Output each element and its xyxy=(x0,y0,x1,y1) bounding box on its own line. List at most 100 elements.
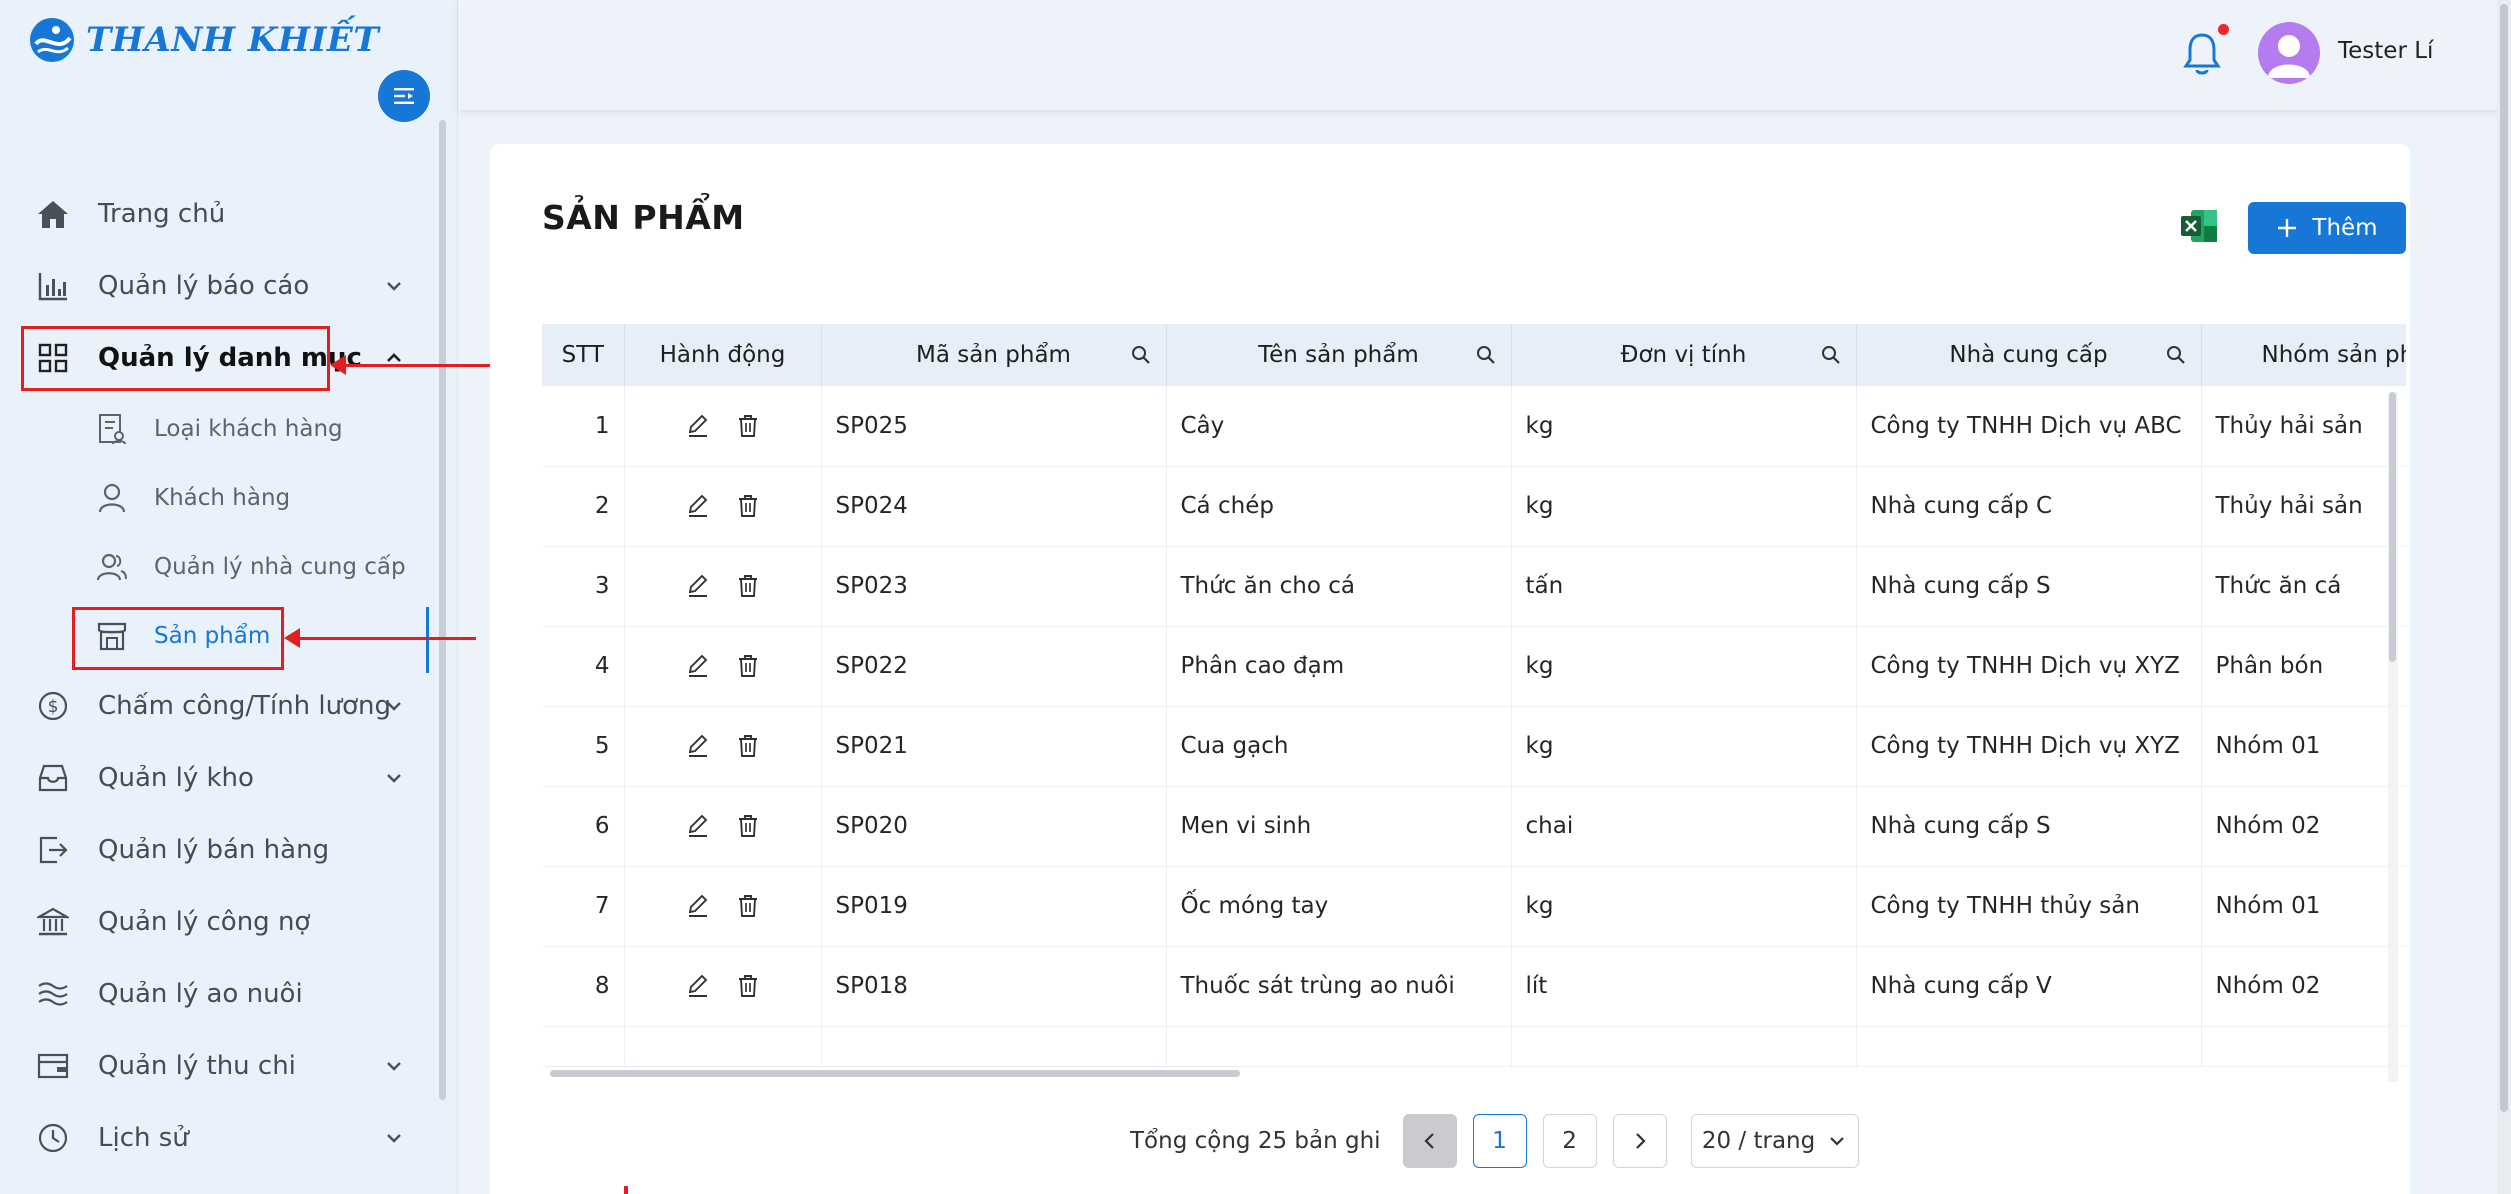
table-row[interactable]: 4 SP022 Phân cao đạm kg Công ty TNHH Dịch vụ… xyxy=(542,626,2406,707)
cell-group: Thủy hải sản xyxy=(2201,466,2406,547)
cell-stt: 2 xyxy=(542,466,625,547)
page-button-1[interactable]: 1 xyxy=(1472,1114,1527,1168)
cell-code: SP020 xyxy=(821,786,1167,867)
col-header-supplier: Nhà cung cấp xyxy=(1856,324,2202,386)
table-row[interactable]: 2 SP024 Cá chép kg Nhà cung cấp C Thủy hải sả… xyxy=(542,466,2406,547)
page-scrollbar[interactable] xyxy=(2497,0,2511,1194)
search-icon[interactable] xyxy=(1475,344,1497,366)
table-vertical-scrollbar[interactable] xyxy=(2388,392,2398,1082)
chevron-down-icon xyxy=(387,702,401,711)
table-row[interactable]: 7 SP019 Ốc móng tay kg Công ty TNHH thủy sản… xyxy=(542,866,2406,947)
page-size-select[interactable]: 20 / trang xyxy=(1690,1114,1859,1168)
user-name[interactable]: Tester Lí xyxy=(2338,38,2433,64)
cell-group: Nhóm 01 xyxy=(2201,866,2406,947)
sidebar-subitem-suppliers[interactable]: Quản lý nhà cung cấp xyxy=(0,532,440,601)
delete-icon[interactable] xyxy=(735,733,761,759)
sidebar-item-label: Quản lý ao nuôi xyxy=(98,979,303,1009)
product-table-container: STT Hành động Mã sản phẩm Tên sản phẩm Đ… xyxy=(542,324,2406,1089)
sidebar-item-sales[interactable]: Quản lý bán hàng xyxy=(0,814,440,886)
prev-page-button[interactable] xyxy=(1402,1114,1457,1168)
table-horizontal-scrollbar[interactable] xyxy=(550,1070,1240,1077)
annotation-box-catalog xyxy=(21,326,330,391)
inbox-icon xyxy=(34,759,72,797)
profile-icon xyxy=(94,411,130,447)
delete-icon[interactable] xyxy=(735,573,761,599)
edit-icon[interactable] xyxy=(685,653,711,679)
edit-icon[interactable] xyxy=(685,493,711,519)
delete-icon[interactable] xyxy=(735,973,761,999)
table-row[interactable]: 1 SP025 Cây kg Công ty TNHH Dịch vụ ABC Thủy … xyxy=(542,386,2406,467)
sidebar-item-label: Quản lý thu chi xyxy=(98,1051,296,1081)
plus-icon xyxy=(2278,219,2297,237)
selected-indicator xyxy=(426,607,429,673)
table-row[interactable]: 5 SP021 Cua gạch kg Công ty TNHH Dịch vụ XYZ… xyxy=(542,706,2406,787)
clock-icon xyxy=(34,1119,72,1157)
search-icon[interactable] xyxy=(2165,344,2187,366)
edit-icon[interactable] xyxy=(685,413,711,439)
cell-name: Men vi sinh xyxy=(1166,786,1512,867)
cell-unit: kg xyxy=(1511,466,1857,547)
search-icon[interactable] xyxy=(1130,344,1152,366)
brand-logo[interactable]: THANH KHIẾT xyxy=(26,14,379,66)
sidebar-item-label: Quản lý nhà cung cấp xyxy=(154,553,406,580)
sidebar-subitem-customers[interactable]: Khách hàng xyxy=(0,463,440,532)
avatar[interactable] xyxy=(2258,22,2320,84)
annotation-arrow-products xyxy=(284,628,476,648)
cell-code: SP018 xyxy=(821,946,1167,1027)
cell-supplier: Công ty TNHH thủy sản xyxy=(1856,866,2202,947)
cell-unit: kg xyxy=(1511,866,1857,947)
sidebar-item-label: Quản lý bán hàng xyxy=(98,835,330,865)
delete-icon[interactable] xyxy=(735,413,761,439)
table-row[interactable]: 6 SP020 Men vi sinh chai Nhà cung cấp S Nhóm … xyxy=(542,786,2406,867)
cell-name: Phân cao đạm xyxy=(1166,626,1512,707)
sidebar-item-debt[interactable]: Quản lý công nợ xyxy=(0,886,440,958)
excel-export-icon[interactable] xyxy=(2177,204,2221,248)
user-icon xyxy=(94,480,130,516)
table-row[interactable]: 8 SP018 Thuốc sát trùng ao nuôi lít Nhà cung… xyxy=(542,946,2406,1027)
sidebar-item-timekeeping[interactable]: $ Chấm công/Tính lương xyxy=(0,670,440,742)
edit-icon[interactable] xyxy=(685,813,711,839)
edit-icon[interactable] xyxy=(685,733,711,759)
delete-icon[interactable] xyxy=(735,813,761,839)
col-header-actions: Hành động xyxy=(624,324,822,386)
sidebar-item-warehouse[interactable]: Quản lý kho xyxy=(0,742,440,814)
sidebar-item-home[interactable]: Trang chủ xyxy=(0,178,440,250)
col-header-code: Mã sản phẩm xyxy=(821,324,1167,386)
cell-supplier: Công ty TNHH Dịch vụ ABC xyxy=(1856,386,2202,467)
cell-unit: kg xyxy=(1511,626,1857,707)
sidebar-item-income-expense[interactable]: Quản lý thu chi xyxy=(0,1030,440,1102)
sidebar-subitem-customer-type[interactable]: Loại khách hàng xyxy=(0,394,440,463)
sidebar: THANH KHIẾT Trang chủ Quản lý báo cáo Qu… xyxy=(0,0,458,1194)
cell-actions xyxy=(624,786,822,867)
table-row[interactable]: 3 SP023 Thức ăn cho cá tấn Nhà cung cấp S Thứ… xyxy=(542,546,2406,627)
cell-code: SP023 xyxy=(821,546,1167,627)
sidebar-item-reports[interactable]: Quản lý báo cáo xyxy=(0,250,440,322)
next-page-button[interactable] xyxy=(1612,1114,1667,1168)
add-product-button[interactable]: Thêm xyxy=(2248,202,2406,254)
page-button-2[interactable]: 2 xyxy=(1542,1114,1597,1168)
cell-code: SP022 xyxy=(821,626,1167,707)
page-title: SẢN PHẨM xyxy=(542,198,745,237)
search-icon[interactable] xyxy=(1820,344,1842,366)
delete-icon[interactable] xyxy=(735,653,761,679)
user-avatar-icon xyxy=(2268,35,2310,78)
add-button-label: Thêm xyxy=(2312,215,2378,241)
chevron-down-icon xyxy=(1830,1137,1845,1146)
sidebar-scrollbar[interactable] xyxy=(439,120,446,1100)
cell-unit: kg xyxy=(1511,706,1857,787)
delete-icon[interactable] xyxy=(735,893,761,919)
bell-icon[interactable] xyxy=(2180,30,2224,78)
edit-icon[interactable] xyxy=(685,973,711,999)
delete-icon[interactable] xyxy=(735,493,761,519)
cell-supplier: Công ty TNHH Dịch vụ XYZ xyxy=(1856,706,2202,787)
edit-icon[interactable] xyxy=(685,893,711,919)
bank-icon xyxy=(34,903,72,941)
table-row-partial[interactable] xyxy=(542,1026,2406,1067)
cell-unit: chai xyxy=(1511,786,1857,867)
sidebar-item-ponds[interactable]: Quản lý ao nuôi xyxy=(0,958,440,1030)
sidebar-item-history[interactable]: Lịch sử xyxy=(0,1102,440,1174)
cell-actions xyxy=(624,626,822,707)
edit-icon[interactable] xyxy=(685,573,711,599)
collapse-sidebar-button[interactable] xyxy=(378,70,430,122)
chevron-right-icon xyxy=(1635,1133,1646,1149)
